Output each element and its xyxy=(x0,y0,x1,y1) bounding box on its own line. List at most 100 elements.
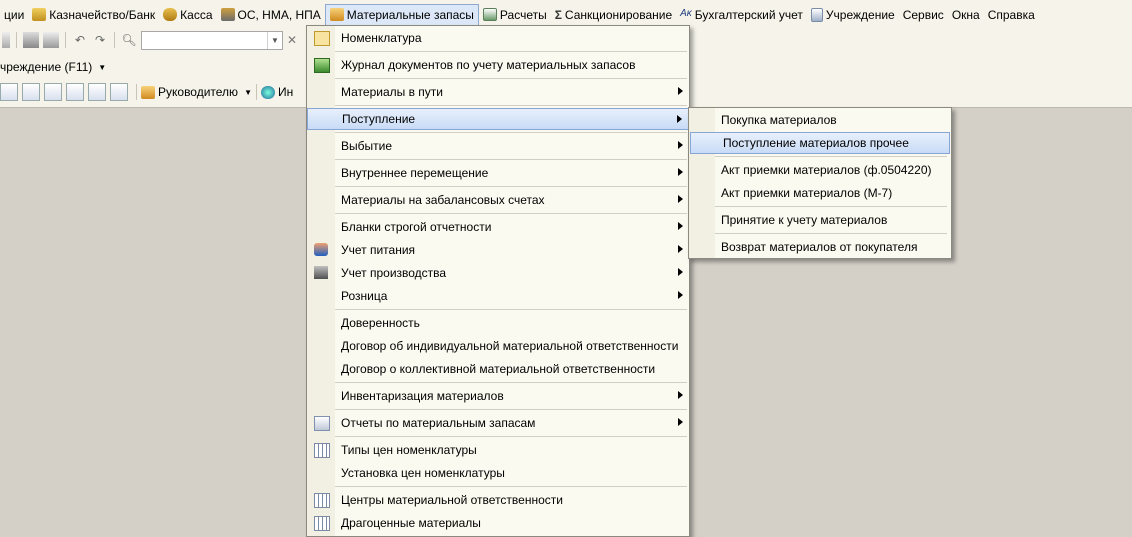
document-icon[interactable] xyxy=(0,83,18,101)
menu-item-inventory[interactable]: Инвентаризация материалов xyxy=(307,385,689,407)
menu-item-internal-transfer[interactable]: Внутреннее перемещение xyxy=(307,162,689,184)
sum-icon: Σ xyxy=(554,8,562,22)
submenu-item-return-from-buyer[interactable]: Возврат материалов от покупателя xyxy=(689,236,951,258)
submenu-arrow-icon xyxy=(678,391,683,399)
menu-item-price-types[interactable]: Типы цен номенклатуры xyxy=(307,439,689,461)
toolbar-separator xyxy=(65,32,66,48)
toolbar-separator xyxy=(114,32,115,48)
submenu-arrow-icon xyxy=(678,87,683,95)
chevron-down-icon[interactable]: ▼ xyxy=(98,63,106,72)
menu-item-nomenclature[interactable]: Номенклатура xyxy=(307,27,689,49)
submenu-item-act-0504220[interactable]: Акт приемки материалов (ф.0504220) xyxy=(689,159,951,181)
menu-divider xyxy=(335,186,687,187)
manager-button[interactable]: Руководителю xyxy=(158,85,238,99)
truck-icon xyxy=(220,8,235,21)
chevron-down-icon[interactable]: ▼ xyxy=(244,88,252,97)
menu-item-reports[interactable]: Отчеты по материальным запасам xyxy=(307,412,689,434)
submenu-arrow-icon xyxy=(677,115,682,123)
submenu-arrow-icon xyxy=(678,168,683,176)
menu-item-set-prices[interactable]: Установка цен номенклатуры xyxy=(307,462,689,484)
menu-divider xyxy=(335,105,687,106)
menu-item-strict-forms[interactable]: Бланки строгой отчетности xyxy=(307,216,689,238)
menu-item-collective-liability[interactable]: Договор о коллективной материальной отве… xyxy=(307,358,689,380)
menu-divider xyxy=(335,78,687,79)
submenu-item-act-m7[interactable]: Акт приемки материалов (М-7) xyxy=(689,182,951,204)
submenu-item-purchase[interactable]: Покупка материалов xyxy=(689,109,951,131)
documents-toolbar: Руководителю ▼ Ин xyxy=(0,82,293,102)
submenu-arrow-icon xyxy=(678,195,683,203)
menu-item-in-transit[interactable]: Материалы в пути xyxy=(307,81,689,103)
menu-operations[interactable]: ции xyxy=(0,4,28,26)
menu-divider xyxy=(715,233,947,234)
copy-icon[interactable] xyxy=(2,32,10,48)
menu-divider xyxy=(335,309,687,310)
materials-icon xyxy=(329,8,344,21)
menu-divider xyxy=(335,213,687,214)
search-icon[interactable]: 🔍︎ xyxy=(121,32,137,48)
submenu-arrow-icon xyxy=(678,141,683,149)
menu-sanction[interactable]: Σ Санкционирование xyxy=(551,4,676,26)
toolbar-separator xyxy=(136,84,137,100)
submenu-item-other-receipt[interactable]: Поступление материалов прочее xyxy=(690,132,950,154)
document-icon[interactable] xyxy=(22,83,40,101)
calc-icon xyxy=(482,8,497,21)
menu-treasury[interactable]: Казначейство/Банк xyxy=(28,4,159,26)
menu-divider xyxy=(335,132,687,133)
menu-settlements[interactable]: Расчеты xyxy=(479,4,551,26)
document-icon[interactable] xyxy=(110,83,128,101)
institution-toolbar: чреждение (F11) ▼ xyxy=(0,58,106,76)
menu-service[interactable]: Сервис xyxy=(899,4,948,26)
menu-item-responsibility-centers[interactable]: Центры материальной ответственности xyxy=(307,489,689,511)
report-icon xyxy=(314,416,330,431)
menu-item-power-of-attorney[interactable]: Доверенность xyxy=(307,312,689,334)
submenu-arrow-icon xyxy=(678,418,683,426)
grid-icon xyxy=(314,493,330,508)
search-input[interactable]: ▼ xyxy=(141,30,283,50)
menu-cash[interactable]: Касса xyxy=(159,4,216,26)
print-icon[interactable] xyxy=(23,32,39,48)
grid-icon xyxy=(314,443,330,458)
menu-institution[interactable]: Учреждение xyxy=(807,4,899,26)
chevron-down-icon[interactable]: ▼ xyxy=(267,31,282,49)
institution-icon xyxy=(810,7,823,22)
manager-icon xyxy=(141,85,155,99)
institution-label[interactable]: чреждение (F11) xyxy=(0,60,92,74)
menu-divider xyxy=(335,409,687,410)
menu-item-receipt[interactable]: Поступление xyxy=(307,108,689,130)
menu-fixed-assets[interactable]: ОС, НМА, НПА xyxy=(217,4,325,26)
document-icon[interactable] xyxy=(66,83,84,101)
menu-divider xyxy=(335,436,687,437)
receipt-submenu: Покупка материалов Поступление материало… xyxy=(688,107,952,259)
preview-icon[interactable] xyxy=(43,32,59,48)
menu-help[interactable]: Справка xyxy=(984,4,1039,26)
toolbar-separator xyxy=(255,84,257,100)
menu-item-retail[interactable]: Розница xyxy=(307,285,689,307)
accounting-icon: Aᴋ xyxy=(680,8,692,19)
menu-accounting[interactable]: Aᴋ Бухгалтерский учет xyxy=(676,4,807,26)
submenu-arrow-icon xyxy=(678,222,683,230)
menu-item-food[interactable]: Учет питания xyxy=(307,239,689,261)
document-icon[interactable] xyxy=(88,83,106,101)
toolbar-separator xyxy=(16,32,17,48)
menu-item-individual-liability[interactable]: Договор об индивидуальной материальной о… xyxy=(307,335,689,357)
submenu-arrow-icon xyxy=(678,291,683,299)
document-icon[interactable] xyxy=(44,83,62,101)
journal-icon xyxy=(314,58,330,73)
undo-icon[interactable]: ↶ xyxy=(72,32,88,48)
cash-icon xyxy=(163,8,178,21)
menu-item-off-balance[interactable]: Материалы на забалансовых счетах xyxy=(307,189,689,211)
menu-item-journal[interactable]: Журнал документов по учету материальных … xyxy=(307,54,689,76)
food-icon xyxy=(314,243,328,256)
info-button[interactable]: Ин xyxy=(278,85,293,99)
menu-windows[interactable]: Окна xyxy=(948,4,984,26)
menu-materials[interactable]: Материальные запасы xyxy=(324,3,479,26)
menu-item-production[interactable]: Учет производства xyxy=(307,262,689,284)
materials-dropdown-menu: Номенклатура Журнал документов по учету … xyxy=(306,25,690,537)
close-icon[interactable]: ✕ xyxy=(287,33,297,47)
menu-item-disposal[interactable]: Выбытие xyxy=(307,135,689,157)
redo-icon[interactable]: ↷ xyxy=(92,32,108,48)
submenu-item-accept-accounting[interactable]: Принятие к учету материалов xyxy=(689,209,951,231)
globe-icon xyxy=(260,85,275,99)
treasury-icon xyxy=(32,8,47,21)
menu-divider xyxy=(715,156,947,157)
